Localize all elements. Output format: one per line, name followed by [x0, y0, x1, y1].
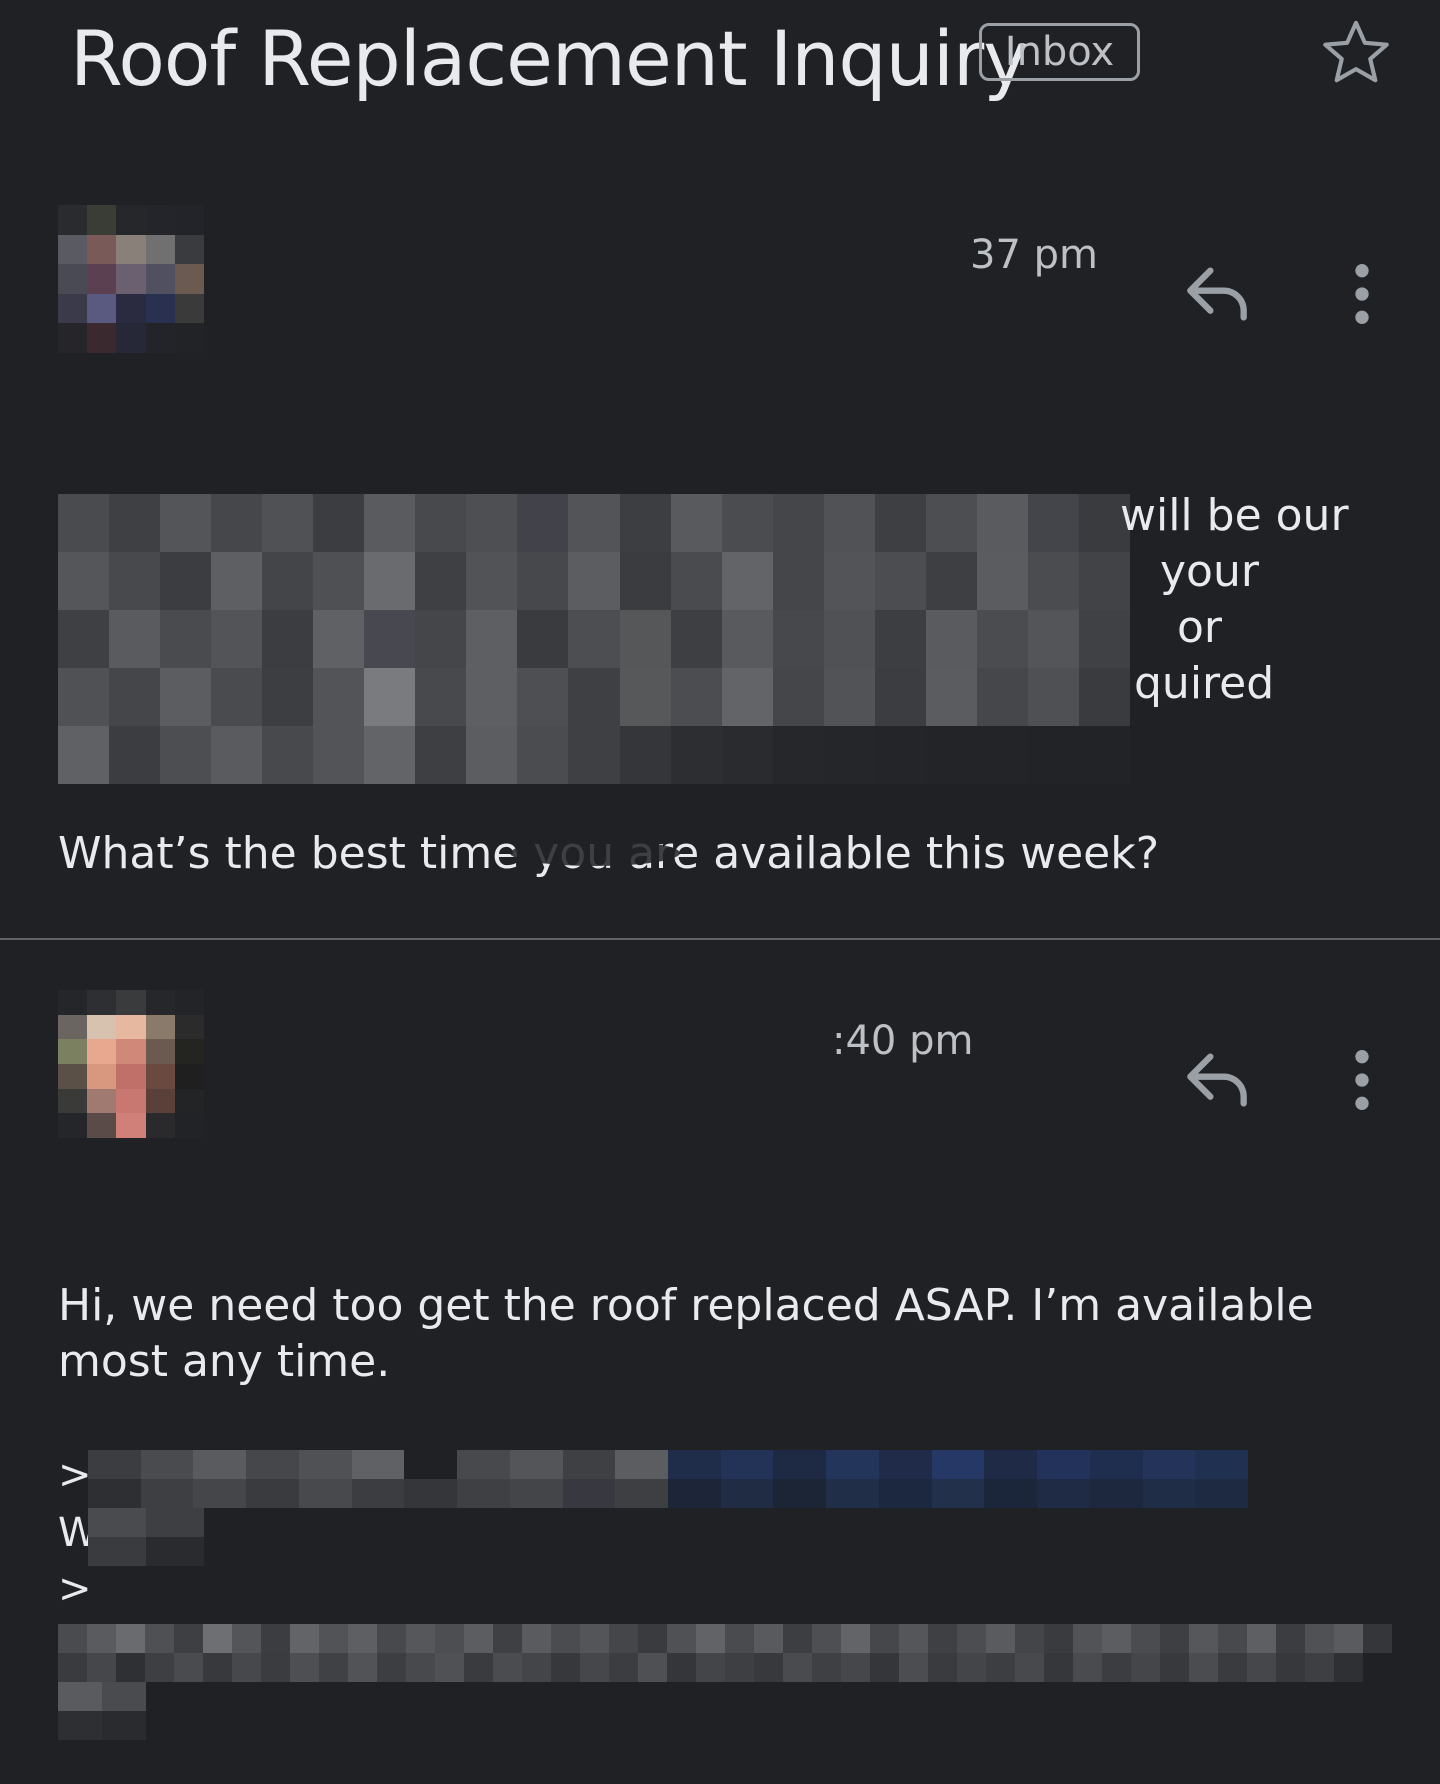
message-body-text: Hi, we need too get the roof replaced AS… [58, 1280, 1314, 1387]
body-fragment: or [1177, 602, 1223, 653]
star-icon[interactable] [1318, 14, 1394, 90]
body-fragment: quired [1134, 658, 1275, 709]
message-time: :40 pm [832, 1018, 974, 1064]
body-fragment: will be our [1120, 490, 1349, 541]
thread-subject: Roof Replacement Inquiry [70, 14, 1028, 103]
quote-marker: > [58, 1452, 92, 1498]
more-vert-icon[interactable] [1322, 1040, 1402, 1120]
more-vert-icon[interactable] [1322, 254, 1402, 334]
reply-icon[interactable] [1177, 1040, 1257, 1120]
smudge-overlay [510, 840, 680, 866]
body-fragment: your [1160, 546, 1259, 597]
email-thread-view: Roof Replacement Inquiry Inbox 37 pm wil… [0, 0, 1440, 1784]
message-body-redacted [58, 494, 1130, 784]
quoted-text-redacted [58, 1682, 146, 1740]
quoted-text-redacted [58, 1624, 1392, 1682]
sender-name-redacted [232, 232, 974, 290]
recipient-line-redacted[interactable] [232, 318, 580, 348]
reply-icon[interactable] [1177, 254, 1257, 334]
recipient-line-redacted[interactable] [232, 1102, 436, 1132]
quote-marker: > [58, 1566, 92, 1612]
message-divider [0, 938, 1440, 940]
inbox-label-chip[interactable]: Inbox [979, 23, 1140, 81]
message-time: 37 pm [970, 232, 1098, 278]
sender-name-redacted [232, 1014, 832, 1072]
quoted-text-redacted [88, 1508, 204, 1566]
quoted-text-redacted [88, 1450, 1248, 1508]
sender-avatar[interactable] [58, 990, 204, 1138]
sender-avatar[interactable] [58, 205, 204, 353]
